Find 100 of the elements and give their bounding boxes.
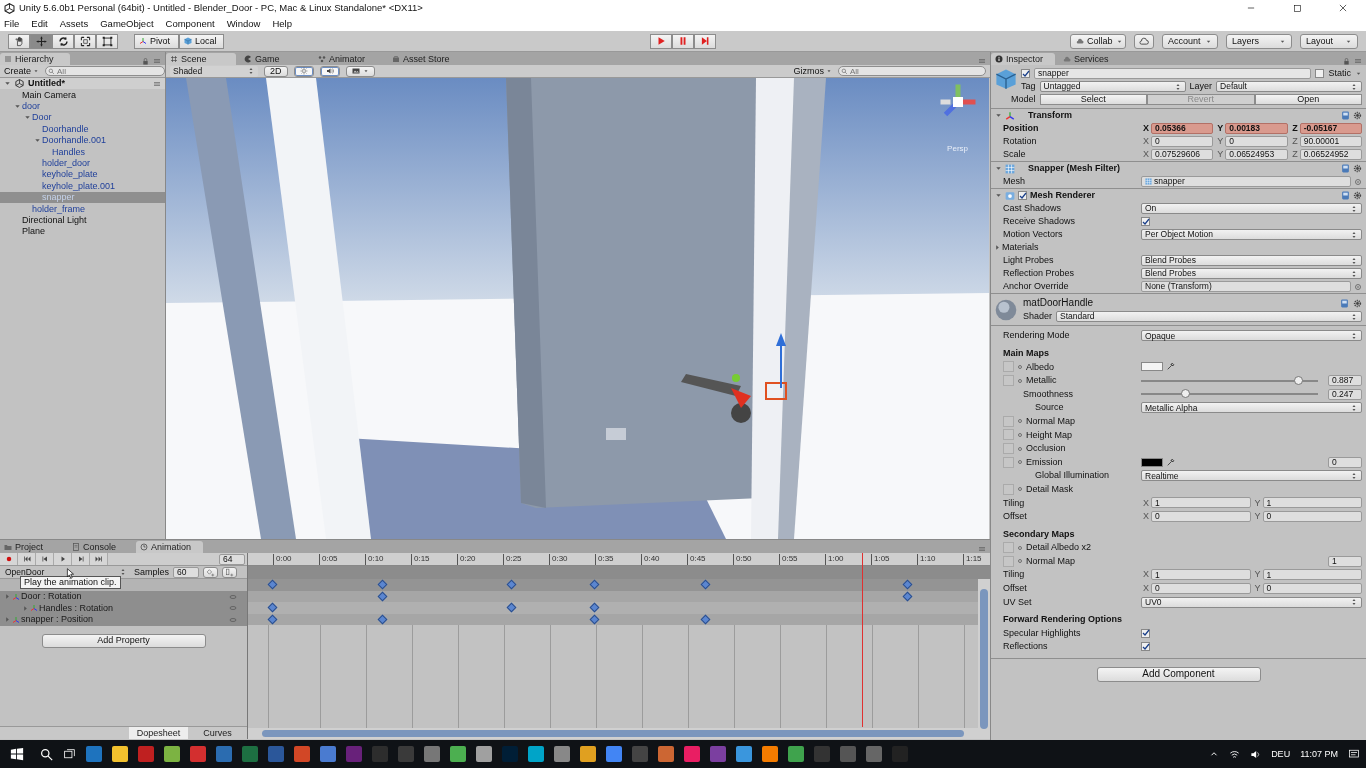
static-checkbox[interactable] xyxy=(1315,69,1325,78)
hierarchy-item[interactable]: Handles xyxy=(0,146,165,158)
layer-dropdown[interactable]: Default xyxy=(1216,81,1362,92)
keyframe-marker[interactable] xyxy=(267,614,278,624)
number-field[interactable]: 0.247 xyxy=(1328,388,1362,400)
value-dropdown[interactable]: Metallic Alpha xyxy=(1141,402,1362,414)
model-button[interactable]: Select xyxy=(1039,94,1147,105)
menu-item[interactable]: Window xyxy=(226,17,261,30)
number-field[interactable]: 0 xyxy=(1225,136,1288,147)
keyframe-marker[interactable] xyxy=(902,579,913,590)
hierarchy-item[interactable]: Door xyxy=(0,112,165,124)
add-component-button[interactable]: Add Component xyxy=(1096,666,1261,682)
keyframe-marker[interactable] xyxy=(377,579,388,590)
hierarchy-item[interactable]: Doorhandle.001 xyxy=(0,134,165,147)
object-field[interactable]: None (Transform) xyxy=(1141,281,1351,292)
number-field[interactable]: 0.06524953 xyxy=(1225,149,1288,160)
value-dropdown[interactable]: UV0 xyxy=(1141,596,1362,608)
tab[interactable]: Console xyxy=(68,541,132,553)
value-dropdown[interactable]: Realtime xyxy=(1141,470,1362,482)
number-field[interactable]: 0.07529606 xyxy=(1151,149,1214,160)
view-tab[interactable]: Dopesheet xyxy=(129,727,188,739)
hierarchy-item[interactable]: holder_door xyxy=(0,157,165,170)
value-dropdown[interactable]: Blend Probes xyxy=(1141,255,1362,266)
menu-item[interactable]: Assets xyxy=(59,17,89,30)
hierarchy-item[interactable]: Main Camera xyxy=(0,89,165,101)
value-dropdown[interactable]: Per Object Motion xyxy=(1141,229,1362,240)
last-button[interactable] xyxy=(90,553,108,565)
add-event-button[interactable] xyxy=(222,566,237,578)
hierarchy-tab[interactable]: Hierarchy xyxy=(0,53,70,65)
collab-button[interactable]: Collab xyxy=(1070,33,1126,49)
object-field[interactable]: snapper xyxy=(1141,176,1351,187)
number-field[interactable]: 0 xyxy=(1151,583,1251,594)
language-indicator[interactable]: DEU xyxy=(1271,748,1291,760)
menu-item[interactable]: Edit xyxy=(31,17,48,30)
checkbox[interactable] xyxy=(1141,628,1150,638)
slider-thumb[interactable] xyxy=(1294,375,1303,385)
tag-dropdown[interactable]: Untagged xyxy=(1039,81,1186,92)
tab[interactable]: Animation xyxy=(136,541,204,553)
property-row[interactable]: Door : Rotation xyxy=(4,591,229,603)
pivot-button[interactable]: Pivot xyxy=(134,33,179,49)
foldout[interactable]: Materials xyxy=(994,242,1039,253)
enabled-checkbox[interactable] xyxy=(1018,191,1027,200)
step-button[interactable] xyxy=(694,33,716,49)
menu-item[interactable]: GameObject xyxy=(100,17,154,30)
number-field[interactable]: 1 xyxy=(1151,497,1251,509)
number-field[interactable]: 0 xyxy=(1262,511,1362,522)
model-button[interactable]: Open xyxy=(1254,94,1362,105)
play-button[interactable] xyxy=(54,553,72,565)
number-field[interactable]: 0.05366 xyxy=(1151,123,1214,134)
effects-dropdown[interactable] xyxy=(345,65,375,77)
value-dropdown[interactable]: Blend Probes xyxy=(1141,268,1362,279)
tool-button[interactable] xyxy=(74,33,96,49)
keyframe-marker[interactable] xyxy=(700,579,711,590)
keyframe-marker[interactable] xyxy=(377,614,388,624)
keyframe-marker[interactable] xyxy=(506,602,517,613)
number-field[interactable]: 1 xyxy=(1262,497,1362,509)
tab[interactable]: Inspector xyxy=(991,53,1056,65)
name-field[interactable]: snapper xyxy=(1034,68,1312,79)
hierarchy-item[interactable]: Plane xyxy=(0,226,165,238)
shader-dropdown[interactable]: Standard xyxy=(1056,311,1362,322)
create-dropdown[interactable]: Create xyxy=(4,65,39,77)
number-field[interactable]: 1 xyxy=(1262,569,1362,581)
keyframe-marker[interactable] xyxy=(506,579,517,590)
property-row[interactable]: Handles : Rotation xyxy=(22,602,229,614)
layout-button[interactable]: Layout xyxy=(1300,33,1358,49)
number-field[interactable]: 0 xyxy=(1262,583,1362,594)
shading-dropdown[interactable]: Shaded xyxy=(170,65,258,77)
frame-field[interactable]: 64 xyxy=(219,553,245,565)
next-button[interactable] xyxy=(72,553,90,565)
hierarchy-item[interactable]: keyhole_plate.001 xyxy=(0,180,165,192)
menu-item[interactable]: Help xyxy=(272,17,292,30)
tab[interactable]: Asset Store xyxy=(388,53,462,65)
number-field[interactable]: 1 xyxy=(1328,555,1362,567)
tool-button[interactable] xyxy=(8,33,30,49)
search-field[interactable]: All xyxy=(838,66,986,76)
number-field[interactable]: 0 xyxy=(1151,136,1214,147)
property-row[interactable]: snapper : Position xyxy=(4,614,229,626)
play-button[interactable] xyxy=(650,33,672,49)
hierarchy-item[interactable]: door xyxy=(0,100,165,113)
prev-button[interactable] xyxy=(36,553,54,565)
cloud-button[interactable] xyxy=(1134,33,1154,49)
checkbox[interactable] xyxy=(1141,642,1150,652)
clock-time[interactable]: 11:07 PM xyxy=(1300,748,1338,760)
pause-button[interactable] xyxy=(672,33,694,49)
color-swatch[interactable] xyxy=(1141,457,1163,467)
number-field[interactable]: 0.06524952 xyxy=(1299,149,1362,160)
tool-button[interactable] xyxy=(96,33,118,49)
keyframe-marker[interactable] xyxy=(589,614,600,624)
search-field[interactable]: All xyxy=(45,66,165,76)
account-button[interactable]: Account xyxy=(1162,33,1218,49)
gizmos-dropdown[interactable]: Gizmos xyxy=(793,65,832,77)
color-swatch[interactable] xyxy=(1141,362,1163,372)
number-field[interactable]: 0.00183 xyxy=(1225,123,1288,134)
hierarchy-item[interactable]: holder_frame xyxy=(0,203,165,215)
slider-thumb[interactable] xyxy=(1180,389,1190,399)
first-button[interactable] xyxy=(18,553,36,565)
keyframe-marker[interactable] xyxy=(700,614,711,624)
number-field[interactable]: 1 xyxy=(1151,569,1251,581)
checkbox[interactable] xyxy=(1141,217,1150,226)
active-checkbox[interactable] xyxy=(1021,69,1030,78)
